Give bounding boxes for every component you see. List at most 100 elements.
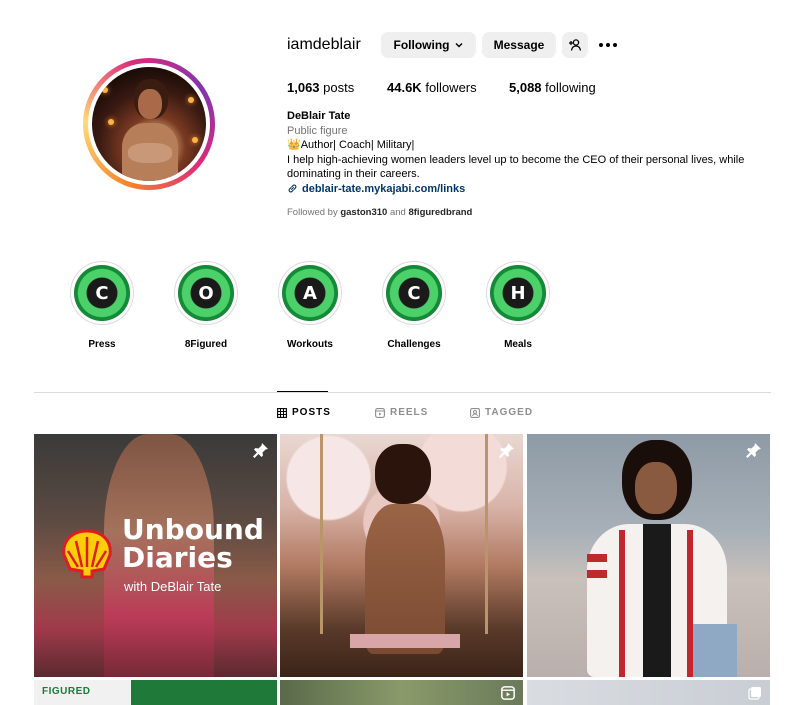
post-title-line: Unbound: [122, 513, 264, 546]
post-thumbnail[interactable]: [280, 680, 523, 705]
pin-icon: [253, 443, 268, 458]
post-thumbnail[interactable]: Unbound Diaries with DeBlair Tate: [34, 434, 277, 677]
highlight-label: Challenges: [387, 339, 441, 350]
avatar-decor: [102, 87, 108, 93]
highlight-cover: C: [74, 265, 130, 321]
post-thumbnail[interactable]: [280, 434, 523, 677]
following-label: following: [545, 80, 596, 95]
profile-category: Public figure: [287, 124, 348, 137]
profile-avatar-ring[interactable]: [83, 58, 215, 190]
followed-by-user: gaston310: [340, 207, 388, 218]
followers-stat[interactable]: 44.6K followers: [387, 80, 477, 95]
avatar-decor: [108, 119, 114, 125]
tab-posts[interactable]: POSTS: [277, 407, 331, 418]
highlight-challenges[interactable]: C Challenges: [379, 261, 449, 350]
profile-name: DeBlair Tate: [287, 110, 351, 122]
swing-rope: [485, 434, 488, 634]
link-icon: [288, 184, 297, 193]
following-button-label: Following: [393, 38, 450, 52]
highlight-letter: C: [407, 282, 421, 304]
highlight-8figured[interactable]: O 8Figured: [171, 261, 241, 350]
avatar-top: [128, 143, 172, 163]
reels-icon: [501, 686, 515, 700]
highlight-label: Workouts: [287, 339, 333, 350]
post-thumbnail[interactable]: [527, 680, 770, 705]
suggested-users-button[interactable]: [562, 32, 588, 58]
dot: [613, 43, 617, 47]
highlight-label: Meals: [504, 339, 532, 350]
highlight-letter: O: [198, 282, 214, 304]
message-button[interactable]: Message: [482, 32, 556, 58]
more-options-icon[interactable]: [597, 36, 619, 54]
chevron-down-icon: [455, 43, 462, 48]
highlight-ring: A: [278, 261, 342, 325]
post-subtitle: with DeBlair Tate: [124, 579, 222, 594]
following-count: 5,088: [509, 80, 542, 95]
post-brand-label: FIGURED: [42, 686, 91, 697]
highlight-letter: H: [510, 282, 526, 304]
bio-line-1: 👑Author| Coach| Military|: [287, 139, 415, 151]
highlight-press[interactable]: C Press: [67, 261, 137, 350]
followed-by-and: and: [389, 207, 406, 218]
following-button[interactable]: Following: [381, 32, 476, 58]
tab-tagged[interactable]: TAGGED: [470, 407, 533, 418]
post-figure-head: [375, 444, 431, 504]
highlight-meals[interactable]: H Meals: [483, 261, 553, 350]
post-title: Unbound Diaries: [122, 516, 264, 572]
tab-posts-label: POSTS: [292, 407, 331, 418]
reels-icon: [375, 407, 385, 418]
followed-by-user: 8figuredbrand: [408, 207, 473, 218]
cardigan-stripe: [587, 570, 607, 578]
dot: [606, 43, 610, 47]
followers-count: 44.6K: [387, 80, 422, 95]
post-title-line: Diaries: [122, 541, 233, 574]
highlight-letter: C: [95, 282, 109, 304]
grid-icon: [277, 407, 287, 418]
highlight-cover: C: [386, 265, 442, 321]
tab-tagged-label: TAGGED: [485, 407, 534, 418]
highlight-ring: C: [70, 261, 134, 325]
profile-username: iamdeblair: [287, 36, 361, 53]
post-thumbnail[interactable]: FIGURED: [34, 680, 277, 705]
cardigan-placket: [619, 530, 625, 677]
highlight-workouts[interactable]: A Workouts: [275, 261, 345, 350]
pin-icon: [499, 443, 514, 458]
posts-stat: 1,063 posts: [287, 80, 354, 95]
avatar[interactable]: [92, 67, 206, 181]
highlight-label: 8Figured: [184, 339, 228, 350]
highlight-ring: C: [382, 261, 446, 325]
message-button-label: Message: [493, 38, 545, 52]
active-tab-indicator: [277, 391, 328, 392]
followed-by[interactable]: Followed by gaston310 and 8figuredbrand: [287, 207, 472, 218]
dot: [599, 43, 603, 47]
post-figure: [365, 504, 445, 654]
swing-seat: [350, 634, 460, 648]
avatar-decor: [192, 137, 198, 143]
carousel-icon: [748, 687, 761, 700]
post-thumbnail[interactable]: [527, 434, 770, 677]
avatar-border: [88, 63, 210, 185]
tab-reels[interactable]: REELS: [375, 407, 428, 418]
highlight-cover: O: [178, 265, 234, 321]
profile-bio: DeBlair Tate Public figure 👑Author| Coac…: [287, 109, 777, 196]
highlight-letter: A: [303, 282, 317, 304]
highlight-cover: H: [490, 265, 546, 321]
tab-reels-label: REELS: [390, 407, 429, 418]
swing-rope: [320, 434, 323, 634]
highlight-ring: O: [174, 261, 238, 325]
posts-count: 1,063: [287, 80, 320, 95]
posts-label: posts: [323, 80, 355, 95]
highlight-label: Press: [88, 339, 116, 350]
avatar-face: [138, 89, 162, 119]
add-user-icon: [569, 39, 582, 51]
post-figure-face: [635, 462, 677, 514]
followers-label: followers: [425, 80, 477, 95]
pin-icon: [746, 443, 761, 458]
shell-logo-icon: [62, 529, 112, 579]
highlight-cover: A: [282, 265, 338, 321]
cardigan-stripe: [587, 554, 607, 562]
followed-by-prefix: Followed by: [287, 207, 338, 218]
following-stat[interactable]: 5,088 following: [509, 80, 596, 95]
tabs-divider: [34, 392, 771, 393]
profile-link[interactable]: deblair-tate.mykajabi.com/links: [287, 182, 777, 197]
